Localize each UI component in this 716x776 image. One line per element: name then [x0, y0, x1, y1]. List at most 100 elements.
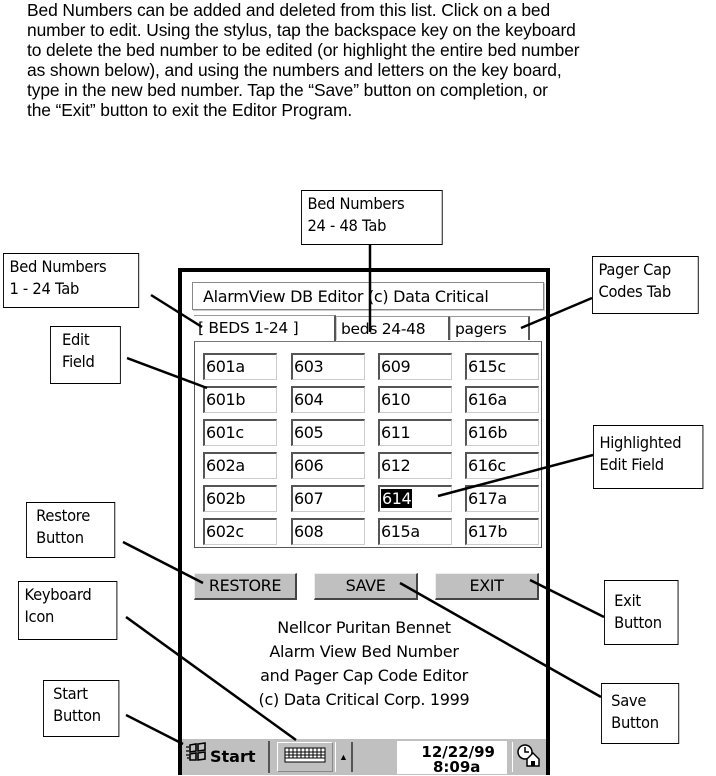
- bed-number-value: 617a: [468, 489, 507, 508]
- bed-number-field[interactable]: 605: [291, 419, 365, 446]
- callout-text: Keyboard: [24, 585, 92, 604]
- bed-number-value: 606: [294, 456, 324, 475]
- start-button[interactable]: Start: [184, 741, 270, 773]
- bed-number-field[interactable]: 601b: [203, 386, 277, 413]
- bed-number-value: 611: [381, 423, 411, 442]
- bed-number-field[interactable]: 601c: [203, 419, 277, 446]
- taskbar: Start ▲ 12/22/99 8:09a: [182, 737, 546, 775]
- instructions-text: Bed Numbers can be added and deleted fro…: [27, 0, 707, 120]
- callout-beds-1-24-tab: Bed Numbers 1 - 24 Tab: [3, 253, 140, 308]
- callout-pager-tab: Pager Cap Codes Tab: [592, 256, 699, 314]
- instructions-line: type in the new bed number. Tap the “Sav…: [27, 80, 548, 100]
- bed-number-panel: 601a 601b 601c 602a 602b 602c 603 604 605 606 607 6…: [194, 341, 542, 548]
- bed-number-field[interactable]: 601a: [203, 353, 277, 380]
- tab-beds-1-24[interactable]: [ BEDS 1-24 ]: [194, 315, 336, 341]
- callout-keyboard-icon: Keyboard Icon: [18, 581, 118, 640]
- pda-screen: AlarmView DB Editor (c) Data Critical [ …: [178, 268, 550, 775]
- bed-number-field[interactable]: 617b: [465, 518, 539, 545]
- tab-pagers[interactable]: pagers: [450, 316, 530, 340]
- callout-text: Exit: [614, 591, 641, 610]
- windows-flag-icon: [186, 741, 208, 773]
- up-arrow-icon: ▲: [339, 752, 348, 762]
- callout-text: Icon: [24, 607, 55, 626]
- callout-text: Button: [614, 613, 662, 632]
- about-line: (c) Data Critical Corp. 1999: [258, 690, 470, 709]
- callout-beds-24-48-tab: Bed Numbers 24 - 48 Tab: [301, 190, 443, 245]
- start-label: Start: [210, 747, 256, 766]
- bed-number-field[interactable]: 616b: [465, 419, 539, 446]
- bed-number-field-highlighted[interactable]: 614: [378, 485, 452, 512]
- time-text: 8:09a: [433, 758, 481, 776]
- bed-number-field[interactable]: 604: [291, 386, 365, 413]
- callout-text: Edit: [61, 330, 90, 349]
- callout-text: 24 - 48 Tab: [307, 216, 387, 235]
- bed-number-value: 617b: [468, 522, 508, 541]
- tab-beds-24-48[interactable]: beds 24-48: [336, 316, 450, 340]
- bed-number-field[interactable]: 610: [378, 386, 452, 413]
- bed-number-field[interactable]: 607: [291, 485, 365, 512]
- bed-number-value: 616c: [468, 456, 506, 475]
- bed-number-value: 602a: [206, 456, 245, 475]
- callout-text: Save: [611, 691, 647, 710]
- callout-text: Button: [611, 713, 659, 732]
- keyboard-icon: [284, 747, 326, 768]
- instructions-line: Bed Numbers can be added and deleted fro…: [27, 0, 551, 20]
- bed-number-field[interactable]: 602a: [203, 452, 277, 479]
- bed-number-field[interactable]: 616a: [465, 386, 539, 413]
- bed-number-field[interactable]: 615c: [465, 353, 539, 380]
- bed-number-field[interactable]: 606: [291, 452, 365, 479]
- callout-text: Pager Cap: [598, 260, 671, 279]
- bed-number-value: 616b: [468, 423, 508, 442]
- bed-number-value: 601a: [206, 357, 245, 376]
- bed-number-field[interactable]: 602b: [203, 485, 277, 512]
- bed-number-value: 615a: [381, 522, 420, 541]
- callout-restore-button: Restore Button: [26, 502, 116, 558]
- bed-number-value: 610: [381, 390, 411, 409]
- callout-text: Button: [53, 706, 101, 725]
- callout-save-button: Save Button: [601, 683, 680, 744]
- bed-number-value: 615c: [468, 357, 506, 376]
- bed-number-field[interactable]: 611: [378, 419, 452, 446]
- leader-line: [125, 713, 184, 746]
- bed-number-value: 604: [294, 390, 324, 409]
- callout-highlighted-field: Highlighted Edit Field: [593, 425, 704, 489]
- instructions-line: number to edit. Using the stylus, tap th…: [27, 20, 576, 40]
- bed-number-field[interactable]: 616c: [465, 452, 539, 479]
- desktop-button[interactable]: [512, 742, 543, 772]
- restore-button[interactable]: RESTORE: [194, 573, 297, 600]
- bed-number-field[interactable]: 603: [291, 353, 365, 380]
- callout-edit-field: Edit Field: [50, 326, 121, 384]
- callout-text: Codes Tab: [598, 282, 671, 301]
- save-button[interactable]: SAVE: [314, 573, 418, 600]
- instructions-line: as shown below), and using the numbers a…: [27, 60, 562, 80]
- bed-number-field[interactable]: 612: [378, 452, 452, 479]
- bed-number-value: 603: [294, 357, 324, 376]
- app-title: AlarmView DB Editor (c) Data Critical: [192, 282, 544, 310]
- bed-number-value: 605: [294, 423, 324, 442]
- callout-text: Field: [61, 352, 95, 371]
- bed-number-value: 614: [381, 489, 413, 508]
- bed-number-field[interactable]: 617a: [465, 485, 539, 512]
- bed-number-field[interactable]: 615a: [378, 518, 452, 545]
- bed-number-value: 601b: [206, 390, 246, 409]
- callout-exit-button: Exit Button: [604, 580, 679, 645]
- instructions-line: the “Exit” button to exit the Editor Pro…: [27, 100, 353, 120]
- callout-text: Bed Numbers: [9, 257, 107, 276]
- bed-number-field[interactable]: 608: [291, 518, 365, 545]
- bed-number-value: 616a: [468, 390, 507, 409]
- callout-text: Bed Numbers: [307, 194, 405, 213]
- bed-number-value: 601c: [206, 423, 244, 442]
- input-panel-menu-button[interactable]: ▲: [335, 742, 353, 772]
- about-text: Nellcor Puritan Bennet Alarm View Bed Nu…: [182, 616, 546, 712]
- bed-number-field[interactable]: 602c: [203, 518, 277, 545]
- keyboard-button[interactable]: [277, 742, 333, 772]
- bed-number-value: 602b: [206, 489, 246, 508]
- callout-text: 1 - 24 Tab: [9, 279, 80, 298]
- about-line: and Pager Cap Code Editor: [260, 666, 468, 685]
- clock[interactable]: 12/22/99 8:09a: [397, 741, 507, 776]
- bed-number-field[interactable]: 609: [378, 353, 452, 380]
- bed-number-value: 608: [294, 522, 324, 541]
- exit-button[interactable]: EXIT: [435, 573, 539, 600]
- instructions-line: to delete the bed number to be edited (o…: [27, 40, 580, 60]
- callout-text: Start: [53, 684, 88, 703]
